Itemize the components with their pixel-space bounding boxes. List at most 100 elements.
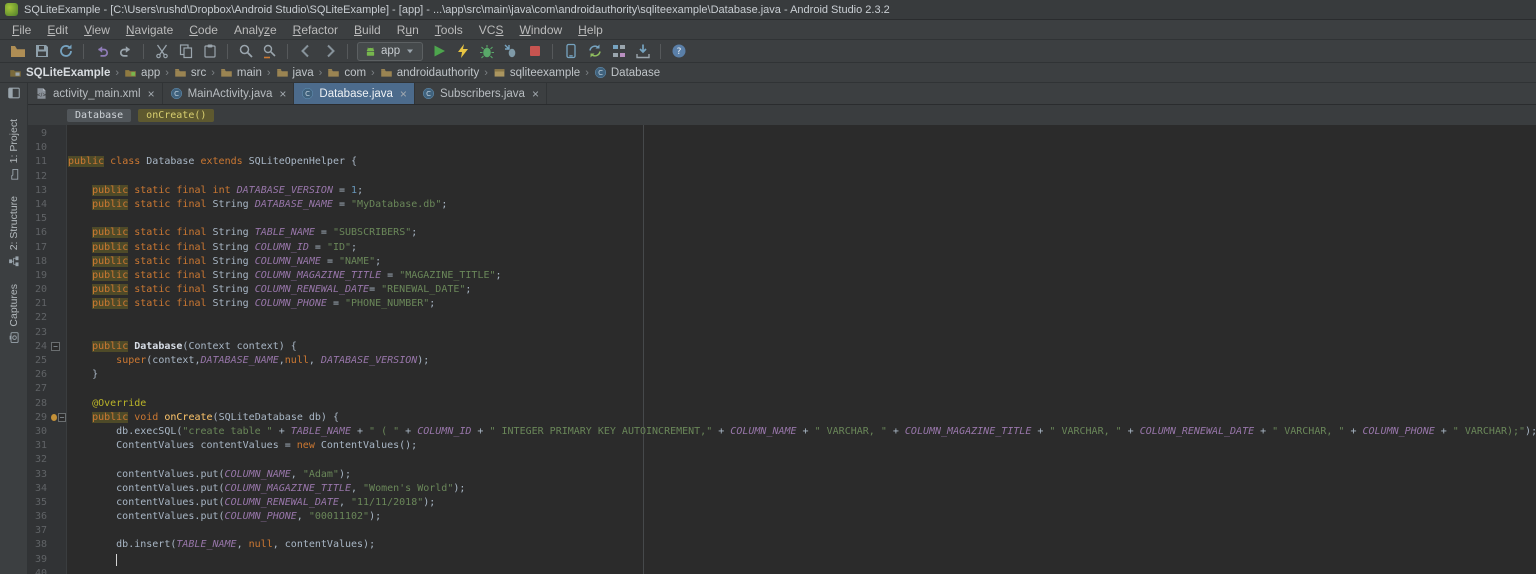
code-line-11[interactable]: public class Database extends SQLiteOpen… bbox=[68, 155, 1536, 169]
menu-run[interactable]: Run bbox=[389, 21, 427, 39]
code-line-36[interactable]: contentValues.put(COLUMN_PHONE, "0001110… bbox=[68, 510, 1536, 524]
code-line-27[interactable] bbox=[68, 382, 1536, 396]
code-line-15[interactable] bbox=[68, 212, 1536, 226]
menu-help[interactable]: Help bbox=[570, 21, 611, 39]
run-configuration-selector[interactable]: app bbox=[357, 41, 424, 61]
code-line-24[interactable]: public Database(Context context) { bbox=[68, 340, 1536, 354]
overriding-method-icon[interactable] bbox=[51, 414, 57, 422]
code-line-22[interactable] bbox=[68, 311, 1536, 325]
code-line-33[interactable]: contentValues.put(COLUMN_NAME, "Adam"); bbox=[68, 468, 1536, 482]
tab-mainactivity.java[interactable]: C MainActivity.java × bbox=[163, 83, 295, 104]
breadcrumb-java[interactable]: java bbox=[274, 65, 316, 80]
close-tab-icon[interactable]: × bbox=[148, 88, 155, 100]
code-line-17[interactable]: public static final String COLUMN_ID = "… bbox=[68, 241, 1536, 255]
instant-run-button[interactable] bbox=[451, 41, 474, 62]
code-line-30[interactable]: db.execSQL("create table " + TABLE_NAME … bbox=[68, 425, 1536, 439]
open-file-button[interactable] bbox=[6, 41, 29, 62]
code-line-29[interactable]: public void onCreate(SQLiteDatabase db) … bbox=[68, 411, 1536, 425]
code-line-28[interactable]: @Override bbox=[68, 397, 1536, 411]
fold-marker-icon[interactable]: − bbox=[51, 342, 60, 352]
code-line-18[interactable]: public static final String COLUMN_NAME =… bbox=[68, 255, 1536, 269]
back-button[interactable] bbox=[294, 41, 317, 62]
code-line-39[interactable] bbox=[68, 553, 1536, 567]
find-button[interactable] bbox=[234, 41, 257, 62]
code-line-25[interactable]: super(context,DATABASE_NAME,null, DATABA… bbox=[68, 354, 1536, 368]
copy-button[interactable] bbox=[174, 41, 197, 62]
synchronize-button[interactable] bbox=[54, 41, 77, 62]
code-line-23[interactable] bbox=[68, 326, 1536, 340]
breadcrumb-database[interactable]: C Database bbox=[592, 65, 662, 80]
breadcrumb-com[interactable]: com bbox=[325, 65, 368, 80]
run-button[interactable] bbox=[427, 41, 450, 62]
code-line-34[interactable]: contentValues.put(COLUMN_MAGAZINE_TITLE,… bbox=[68, 482, 1536, 496]
tool-window-stub----project[interactable]: 1: Project bbox=[8, 119, 20, 180]
breadcrumb-androidauthority[interactable]: androidauthority bbox=[378, 65, 481, 80]
code-line-40[interactable] bbox=[68, 567, 1536, 574]
debug-button[interactable] bbox=[475, 41, 498, 62]
menu-analyze[interactable]: Analyze bbox=[226, 21, 285, 39]
menu-tools[interactable]: Tools bbox=[427, 21, 471, 39]
code-line-35[interactable]: contentValues.put(COLUMN_RENEWAL_DATE, "… bbox=[68, 496, 1536, 510]
paste-button[interactable] bbox=[198, 41, 221, 62]
tab-activity_main.xml[interactable]: </> activity_main.xml × bbox=[28, 83, 163, 104]
attach-debugger-button[interactable] bbox=[499, 41, 522, 62]
tab-subscribers.java[interactable]: C Subscribers.java × bbox=[415, 83, 547, 104]
code-line-13[interactable]: public static final int DATABASE_VERSION… bbox=[68, 184, 1536, 198]
menu-edit[interactable]: Edit bbox=[39, 21, 76, 39]
menu-window[interactable]: Window bbox=[511, 21, 570, 39]
code-line-10[interactable] bbox=[68, 141, 1536, 155]
menu-file[interactable]: File bbox=[4, 21, 39, 39]
tool-window-stub----structure[interactable]: 2: Structure bbox=[8, 196, 20, 267]
close-tab-icon[interactable]: × bbox=[400, 88, 407, 100]
code-line-9[interactable] bbox=[68, 127, 1536, 141]
stop-button[interactable] bbox=[523, 41, 546, 62]
editor-gutter[interactable]: 9 10 11 12 13 14 15 16 17 18 19 20 21 22 23 24−25 26 27 28… bbox=[28, 125, 67, 574]
breadcrumb-chip-database[interactable]: Database bbox=[67, 108, 132, 122]
menu-refactor[interactable]: Refactor bbox=[285, 21, 346, 39]
code-line-26[interactable]: } bbox=[68, 368, 1536, 382]
help-button[interactable]: ? bbox=[667, 41, 690, 62]
replace-button[interactable] bbox=[258, 41, 281, 62]
fold-marker-icon[interactable]: − bbox=[58, 413, 66, 423]
code-line-14[interactable]: public static final String DATABASE_NAME… bbox=[68, 198, 1536, 212]
save-all-button[interactable] bbox=[30, 41, 53, 62]
gradle-icon bbox=[588, 44, 601, 58]
code-line-37[interactable] bbox=[68, 524, 1536, 538]
tool-window-toggle-icon[interactable] bbox=[7, 86, 21, 103]
breadcrumb-sqliteexample[interactable]: sqliteexample bbox=[491, 65, 582, 80]
toolbar-separator bbox=[552, 43, 554, 59]
menu-build[interactable]: Build bbox=[346, 21, 389, 39]
redo-button[interactable] bbox=[114, 41, 137, 62]
code-editor[interactable]: 9 10 11 12 13 14 15 16 17 18 19 20 21 22 23 24−25 26 27 28… bbox=[28, 125, 1536, 574]
code-line-16[interactable]: public static final String TABLE_NAME = … bbox=[68, 226, 1536, 240]
sdk-manager-button[interactable] bbox=[631, 41, 654, 62]
code-line-31[interactable]: ContentValues contentValues = new Conten… bbox=[68, 439, 1536, 453]
menu-vcs[interactable]: VCS bbox=[471, 21, 512, 39]
breadcrumb-app[interactable]: app bbox=[122, 65, 162, 80]
avd-manager-button[interactable] bbox=[559, 41, 582, 62]
breadcrumb-sqliteexample[interactable]: SQLiteExample bbox=[7, 65, 112, 80]
code-area[interactable]: public class Database extends SQLiteOpen… bbox=[67, 125, 1536, 574]
cut-button[interactable] bbox=[150, 41, 173, 62]
toolbar-separator bbox=[227, 43, 228, 59]
project-structure-button[interactable] bbox=[607, 41, 630, 62]
breadcrumb-src[interactable]: src bbox=[172, 65, 208, 80]
code-line-19[interactable]: public static final String COLUMN_MAGAZI… bbox=[68, 269, 1536, 283]
menu-navigate[interactable]: Navigate bbox=[118, 21, 181, 39]
menu-view[interactable]: View bbox=[76, 21, 118, 39]
gradle-sync-button[interactable] bbox=[583, 41, 606, 62]
code-line-21[interactable]: public static final String COLUMN_PHONE … bbox=[68, 297, 1536, 311]
breadcrumb-chip-oncreate[interactable]: onCreate() bbox=[138, 108, 215, 122]
breadcrumb-main[interactable]: main bbox=[218, 65, 264, 80]
forward-button[interactable] bbox=[318, 41, 341, 62]
undo-button[interactable] bbox=[90, 41, 113, 62]
code-line-12[interactable] bbox=[68, 170, 1536, 184]
code-line-38[interactable]: db.insert(TABLE_NAME, null, contentValue… bbox=[68, 538, 1536, 552]
close-tab-icon[interactable]: × bbox=[279, 88, 286, 100]
menu-code[interactable]: Code bbox=[181, 21, 226, 39]
close-tab-icon[interactable]: × bbox=[532, 88, 539, 100]
code-line-20[interactable]: public static final String COLUMN_RENEWA… bbox=[68, 283, 1536, 297]
code-line-32[interactable] bbox=[68, 453, 1536, 467]
tab-database.java[interactable]: C Database.java × bbox=[294, 83, 415, 104]
tool-window-stub-captures[interactable]: Captures bbox=[8, 284, 20, 344]
